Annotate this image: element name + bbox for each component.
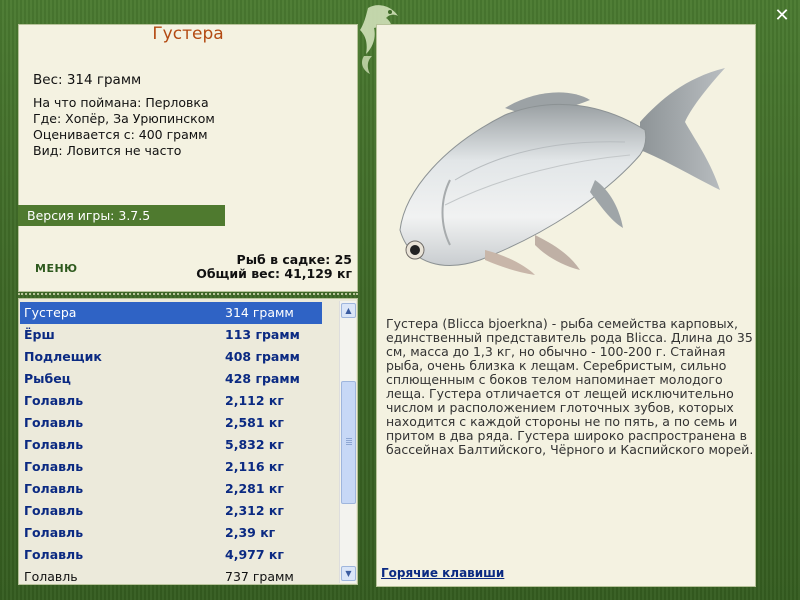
fish-name-title: Густера <box>152 24 224 44</box>
list-item[interactable]: Голавль 4,977 кг <box>20 544 322 566</box>
fish-name: Голавль <box>24 569 78 584</box>
fish-weight: 4,977 кг <box>225 547 284 562</box>
scroll-down-icon[interactable]: ▼ <box>341 566 356 581</box>
scroll-up-icon[interactable]: ▲ <box>341 303 356 318</box>
list-item[interactable]: Голавль 2,116 кг <box>20 456 322 478</box>
fish-description: Густера (Blicca bjoerkna) - рыба семейст… <box>386 316 754 457</box>
fish-name: Густера <box>24 305 77 320</box>
fish-weight: 737 грамм <box>225 569 294 584</box>
list-item[interactable]: Голавль 5,832 кг <box>20 434 322 456</box>
fish-weight: 314 грамм <box>225 305 294 320</box>
list-scrollbar[interactable]: ▲ ▼ <box>339 301 356 583</box>
list-item[interactable]: Голавль 2,112 кг <box>20 390 322 412</box>
grip-icon <box>346 438 352 446</box>
fish-name: Ёрш <box>24 327 55 342</box>
fish-weight: 2,281 кг <box>225 481 284 496</box>
list-item[interactable]: Голавль 2,312 кг <box>20 500 322 522</box>
fish-name: Рыбец <box>24 371 71 386</box>
game-version-bar: Версия игры: 3.7.5 <box>18 205 225 226</box>
list-item[interactable]: Голавль 737 грамм <box>20 566 322 588</box>
fish-name: Голавль <box>24 393 84 408</box>
menu-button[interactable]: МЕНЮ <box>35 262 78 275</box>
fish-weight: 113 грамм <box>225 327 300 342</box>
fish-weight: 2,312 кг <box>225 503 284 518</box>
fish-weight: Вес: 314 грамм <box>33 72 142 88</box>
divider <box>18 293 358 295</box>
fish-count: Рыб в садке: 25 <box>236 252 352 267</box>
fish-value: Оценивается с: 400 грамм <box>33 127 208 142</box>
fish-name: Голавль <box>24 503 84 518</box>
fish-weight: 2,112 кг <box>225 393 284 408</box>
list-item[interactable]: Ёрш 113 грамм <box>20 324 322 346</box>
fish-name: Подлещик <box>24 349 102 364</box>
fish-name: Голавль <box>24 437 84 452</box>
fish-weight: 2,39 кг <box>225 525 276 540</box>
fish-bait: На что поймана: Перловка <box>33 95 209 110</box>
fish-weight: 2,116 кг <box>225 459 284 474</box>
fish-name: Голавль <box>24 481 84 496</box>
fish-image <box>399 68 725 275</box>
fish-name: Голавль <box>24 459 84 474</box>
list-item[interactable]: Рыбец 428 грамм <box>20 368 322 390</box>
fish-name: Голавль <box>24 547 84 562</box>
fish-weight: 5,832 кг <box>225 437 284 452</box>
hotkeys-link[interactable]: Горячие клавиши <box>381 566 504 580</box>
fish-weight: 2,581 кг <box>225 415 284 430</box>
close-button[interactable]: ✕ <box>772 6 792 26</box>
list-item[interactable]: Голавль 2,39 кг <box>20 522 322 544</box>
fish-kind: Вид: Ловится не часто <box>33 143 182 158</box>
list-item[interactable]: Подлещик 408 грамм <box>20 346 322 368</box>
list-item[interactable]: Голавль 2,281 кг <box>20 478 322 500</box>
fish-name: Голавль <box>24 525 84 540</box>
fish-weight: 428 грамм <box>225 371 300 386</box>
total-weight: Общий вес: 41,129 кг <box>196 266 352 281</box>
fish-weight: 408 грамм <box>225 349 300 364</box>
list-item[interactable]: Голавль 2,581 кг <box>20 412 322 434</box>
fish-place: Где: Хопёр, За Урюпинском <box>33 111 215 126</box>
list-item[interactable]: Густера 314 грамм <box>20 302 322 324</box>
fish-name: Голавль <box>24 415 84 430</box>
scroll-thumb[interactable] <box>341 381 356 504</box>
